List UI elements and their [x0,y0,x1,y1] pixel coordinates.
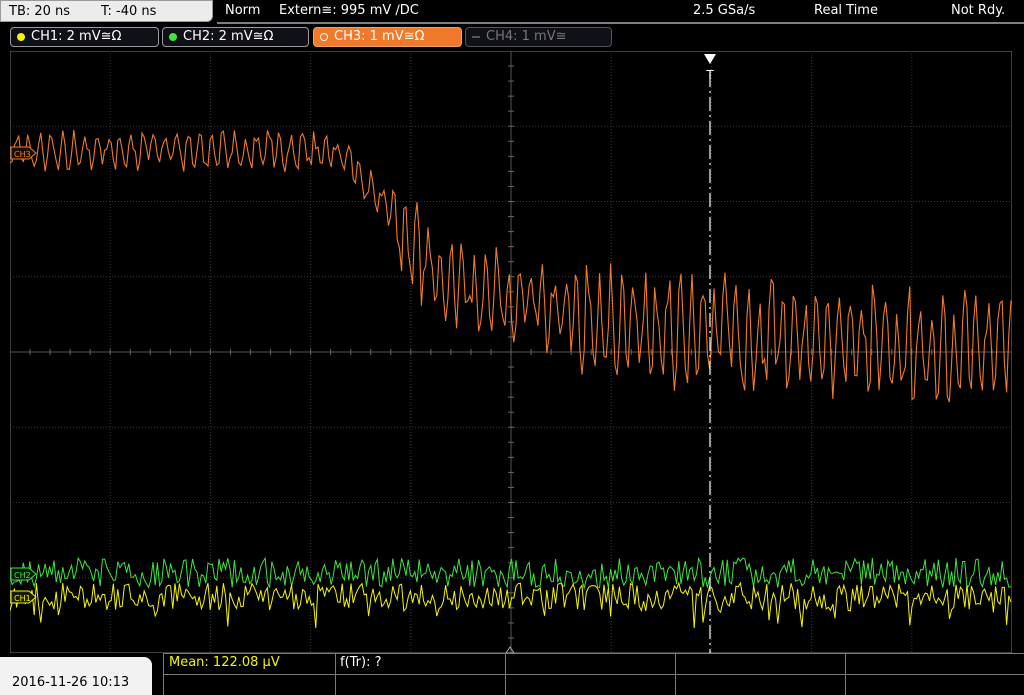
measurement-cell-9[interactable] [675,674,845,695]
trigger-marker: T [705,68,714,82]
sample-rate: 2.5 GSa/s [693,3,756,18]
ch1-marker-label: CH1 [14,594,31,603]
timebase-label[interactable]: TB: 20 ns [9,4,70,19]
channel-4-dash-icon [472,36,480,38]
trigger-source[interactable]: Extern≅: 995 mV ∕DC [279,3,419,18]
channel-1-dot-icon [17,33,25,41]
channel-2-dot-icon [169,33,177,41]
acquisition-mode: Real Time [814,3,878,18]
channel-4-label: CH4: 1 mV≅ [486,29,567,44]
channel-1-button[interactable]: CH1: 2 mV≅Ω [10,27,159,47]
channel-3-button[interactable]: CH3: 1 mV≅Ω [313,27,462,47]
timebase-box[interactable]: TB: 20 ns T: -40 ns [0,0,213,22]
date-time-box: 2016-11-26 10:13 [0,657,152,695]
measurement-cell-5[interactable] [845,653,1024,674]
acquisition-info: Norm Extern≅: 995 mV ∕DC 2.5 GSa/s Real … [217,0,1024,24]
ch2-marker-label: CH2 [14,571,31,580]
top-status-bar: TB: 20 ns T: -40 ns Norm Extern≅: 995 mV… [0,0,1024,24]
measurement-cell-4[interactable] [675,653,845,674]
channel-1-label: CH1: 2 mV≅Ω [31,29,122,44]
channel-2-button[interactable]: CH2: 2 mV≅Ω [162,27,309,47]
rise-measurement: f(Tr): ? [340,655,382,670]
measurement-panel: Mean: 122.08 µV f(Tr): ? [163,653,1024,695]
measurement-cell-3[interactable] [505,653,675,674]
channel-bar: CH1: 2 mV≅Ω CH2: 2 mV≅Ω CH3: 1 mV≅Ω CH4:… [0,24,1024,50]
channel-4-button[interactable]: CH4: 1 mV≅ [465,27,612,47]
measurement-cell-7[interactable] [335,674,505,695]
channel-3-label: CH3: 1 mV≅Ω [334,29,425,44]
channel-2-label: CH2: 2 mV≅Ω [183,29,274,44]
ch3-marker-label: CH3 [14,150,31,159]
channel-3-dot-icon [320,33,328,41]
trigger-time-label[interactable]: T: -40 ns [101,4,156,19]
run-status: Not Rdy. [951,3,1006,18]
waveform-display[interactable]: T CH3 CH2 CH1 [10,51,1012,653]
bottom-bar: 2016-11-26 10:13 Mean: 122.08 µV f(Tr): … [0,653,1024,695]
date-time: 2016-11-26 10:13 [12,675,130,690]
waveform-svg[interactable]: T CH3 CH2 CH1 [10,51,1012,653]
measurement-cell-10[interactable] [845,674,1024,695]
measurement-cell-8[interactable] [505,674,675,695]
measurement-cell-6[interactable] [163,674,335,695]
trigger-mode[interactable]: Norm [225,3,260,18]
mean-measurement: Mean: 122.08 µV [169,655,280,670]
